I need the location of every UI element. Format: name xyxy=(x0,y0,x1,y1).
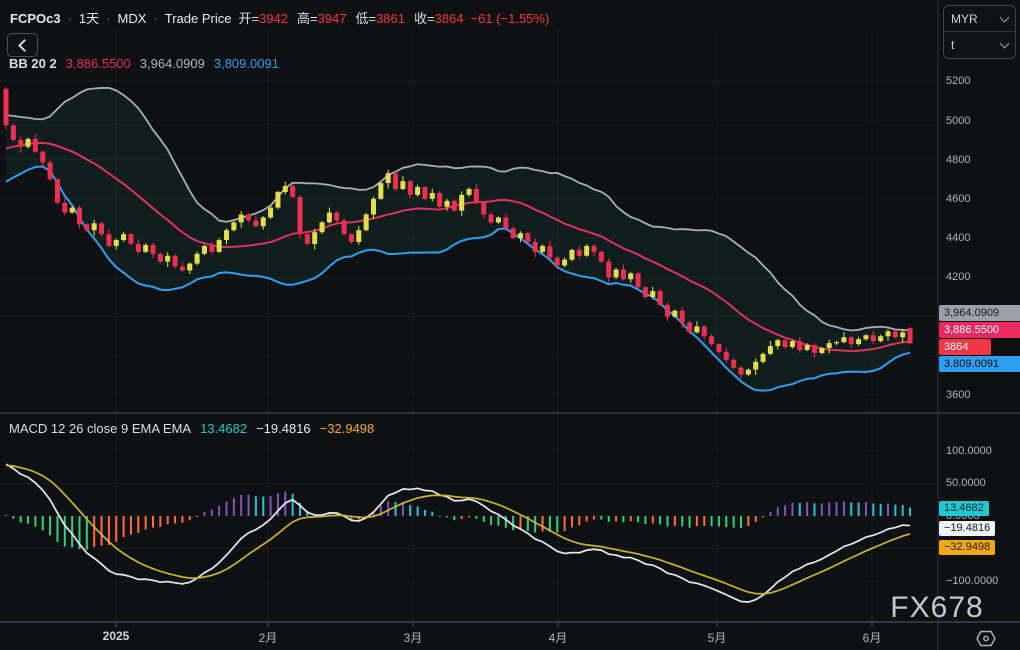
macd-tick-label: −100.0000 xyxy=(946,575,998,587)
price-tick-label: 4800 xyxy=(946,154,970,166)
price-tick-label: 5000 xyxy=(946,115,970,127)
time-tick-label: 2月 xyxy=(259,629,278,646)
chart-canvas[interactable] xyxy=(0,0,1020,650)
exchange-label: MDX xyxy=(118,11,147,26)
ohlc-segment: 开=3942 xyxy=(238,8,288,27)
bb-label: BB 20 2 xyxy=(9,56,57,71)
unit-dropdown[interactable]: t xyxy=(944,32,1015,57)
price-tick-label: 4600 xyxy=(946,193,970,205)
watermark: FX678 xyxy=(878,591,996,625)
price-tick-label: 4200 xyxy=(946,271,970,283)
symbol-title[interactable]: FCPOc3 xyxy=(10,11,61,26)
macd-label: MACD 12 26 close 9 EMA EMA xyxy=(9,421,191,436)
macd-badge: −19.4816 xyxy=(939,521,995,536)
trading-chart-window: FCPOc3 · 1天 · MDX · Trade Price 开=3942高=… xyxy=(0,0,1020,650)
scale-settings-icon[interactable] xyxy=(976,630,996,647)
price-tick-label: 3600 xyxy=(946,389,970,401)
price-badge: 3864 xyxy=(939,339,991,355)
macd-indicator-legend[interactable]: MACD 12 26 close 9 EMA EMA 13.4682 −19.4… xyxy=(9,421,374,436)
interval-label[interactable]: 1天 xyxy=(79,8,99,27)
price-tick-label: 5200 xyxy=(946,75,970,87)
ohlc-values: 开=3942 高=3947 低=3861 收=3864 xyxy=(238,8,463,27)
back-button[interactable] xyxy=(7,33,38,57)
macd-signal-value: −32.9498 xyxy=(320,421,375,436)
macd-tick-label: 50.0000 xyxy=(946,477,986,489)
price-badge: 3,809.0091 xyxy=(939,356,1020,372)
change-label: −61 (−1.55%) xyxy=(471,11,550,26)
macd-hist-value: 13.4682 xyxy=(200,421,247,436)
price-tick-label: 4400 xyxy=(946,232,970,244)
macd-badge: −32.9498 xyxy=(939,540,995,555)
ohlc-segment: 收=3864 xyxy=(414,8,464,27)
bb-upper-value: 3,964.0909 xyxy=(140,56,205,71)
macd-line-value: −19.4816 xyxy=(256,421,311,436)
bb-indicator-legend[interactable]: BB 20 2 3,886.5500 3,964.0909 3,809.0091 xyxy=(9,56,279,71)
price-badge: 3,886.5500 xyxy=(939,322,1020,338)
symbol-legend[interactable]: FCPOc3 · 1天 · MDX · Trade Price 开=3942高=… xyxy=(10,8,549,27)
macd-tick-label: 100.0000 xyxy=(946,445,992,457)
scale-unit-group: MYR t xyxy=(943,5,1016,59)
chevron-down-icon xyxy=(1000,12,1010,22)
series-type-label: Trade Price xyxy=(165,11,232,26)
time-tick-label: 2025 xyxy=(103,629,130,643)
price-badge: 3,964.0909 xyxy=(939,305,1020,321)
currency-dropdown[interactable]: MYR xyxy=(944,6,1015,32)
bb-basis-value: 3,886.5500 xyxy=(66,56,131,71)
macd-badge: 13.4682 xyxy=(939,501,989,516)
bb-lower-value: 3,809.0091 xyxy=(214,56,279,71)
ohlc-segment: 低=3861 xyxy=(355,8,405,27)
ohlc-segment: 高=3947 xyxy=(297,8,347,27)
time-tick-label: 3月 xyxy=(404,629,423,646)
time-tick-label: 6月 xyxy=(863,629,882,646)
chevron-down-icon xyxy=(1000,38,1010,48)
time-tick-label: 4月 xyxy=(549,629,568,646)
time-tick-label: 5月 xyxy=(708,629,727,646)
chevron-left-icon xyxy=(18,39,31,52)
